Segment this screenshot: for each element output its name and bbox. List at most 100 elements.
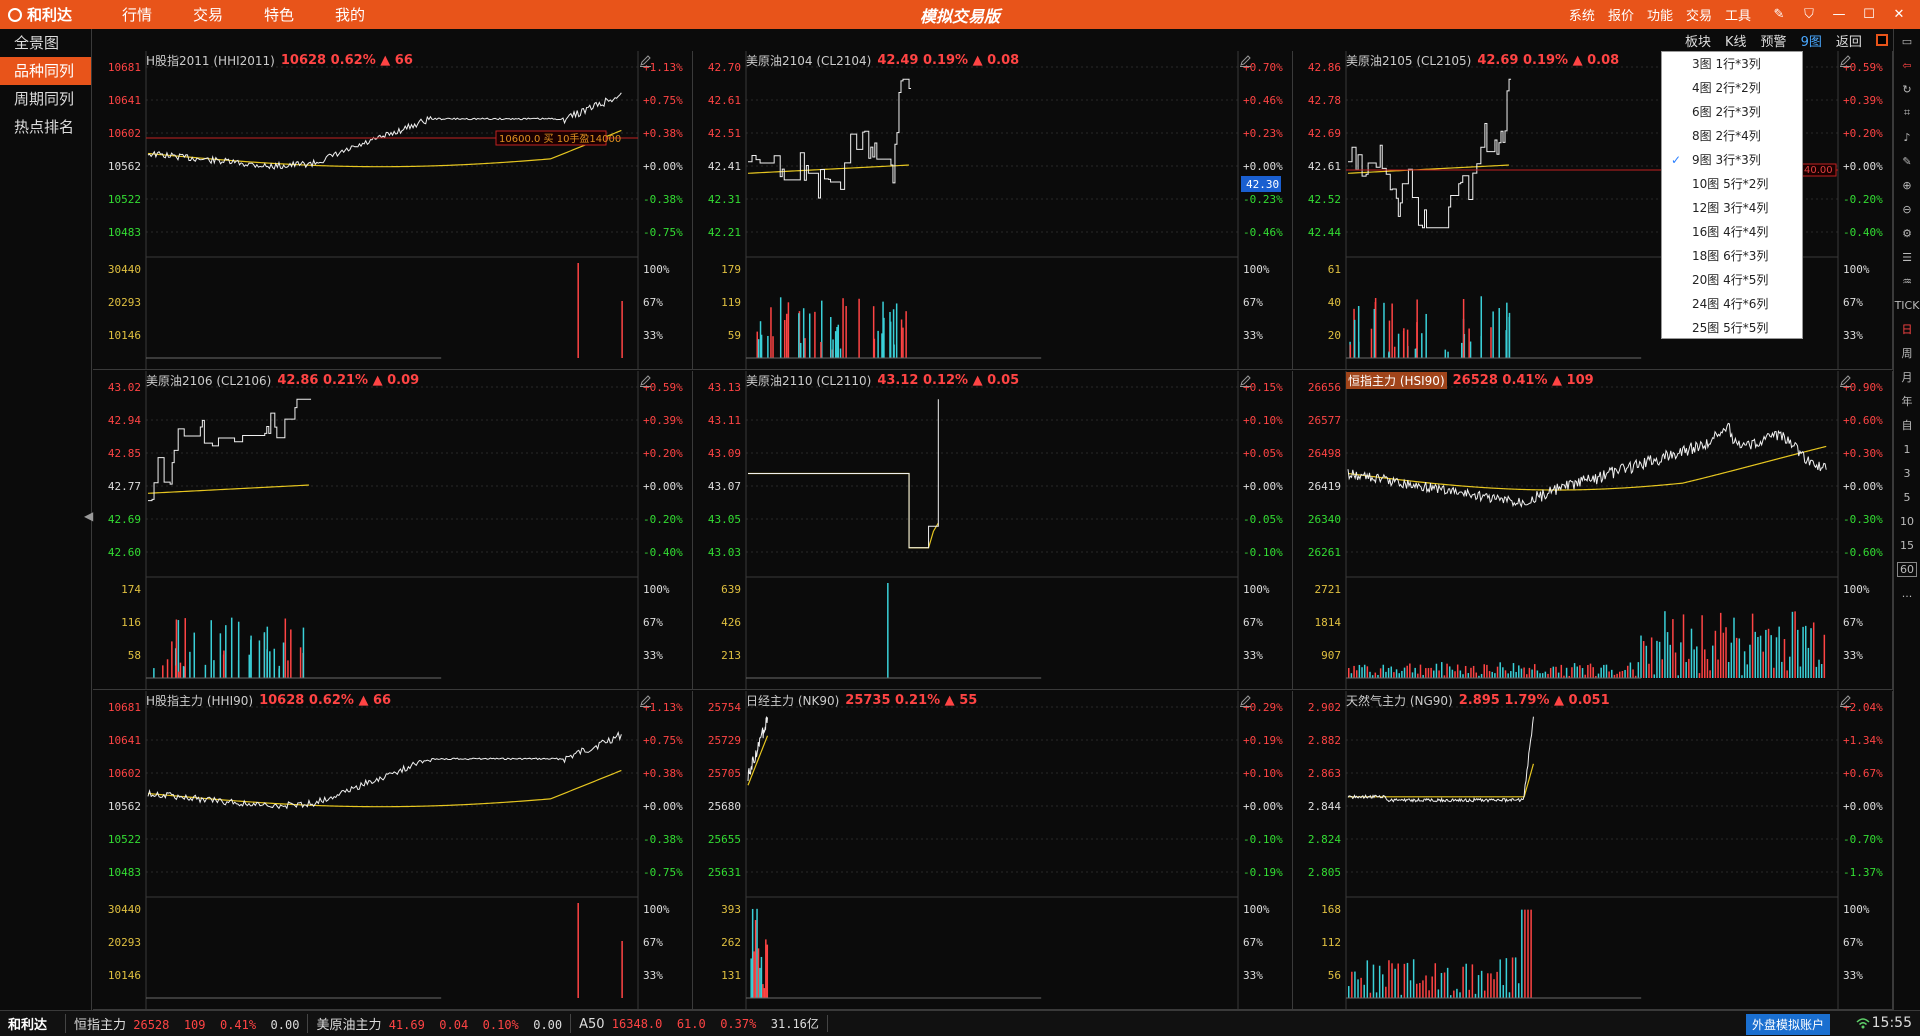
layout-option[interactable]: 3图 1行*3列 xyxy=(1662,52,1802,76)
chart-cell[interactable]: 2.902 +2.04% 2.882 +1.34% 2.863 +0.67% 2.844 +0… xyxy=(1293,691,1893,1010)
title-bar: 和利达 行情 交易 特色 我的 模拟交易版 系统 报价 功能 交易 工具 ✎ ⛉… xyxy=(0,0,1920,29)
period-5min[interactable]: 5 xyxy=(1894,485,1920,509)
edit-icon[interactable] xyxy=(1839,54,1852,67)
link-trade[interactable]: 交易 xyxy=(1686,5,1712,24)
period-tick[interactable]: TICK xyxy=(1894,293,1920,317)
chart-cell[interactable]: 43.02 +0.59% 42.94 +0.39% 42.85 +0.20% 42.77 +0… xyxy=(93,371,693,690)
period-10min[interactable]: 10 xyxy=(1894,509,1920,533)
chart-cell[interactable]: 10681 +1.13% 10641 +0.75% 10602 +0.38% 10562 +0… xyxy=(93,51,693,370)
percent-tick-label: +0.05% xyxy=(1243,447,1283,460)
layout-option[interactable]: 24图 4行*6列 xyxy=(1662,292,1802,316)
volume-bar xyxy=(1505,958,1508,998)
minimize-icon[interactable]: — xyxy=(1824,7,1854,22)
settings-icon[interactable]: ⚙ xyxy=(1894,221,1920,245)
chart-icon[interactable]: ♒ xyxy=(1894,269,1920,293)
nav-panorama[interactable]: 全景图 xyxy=(0,29,91,57)
period-week[interactable]: 周 xyxy=(1894,341,1920,365)
instrument-name[interactable]: H股指2011 (HHI2011) xyxy=(146,52,275,69)
note-icon[interactable]: ✎ xyxy=(1764,7,1794,22)
chart-cell[interactable]: 43.13 +0.15% 43.11 +0.10% 43.09 +0.05% 43.07 +0… xyxy=(693,371,1293,690)
tab-alert[interactable]: 预警 xyxy=(1761,31,1787,50)
tab-back[interactable]: 返回 xyxy=(1836,31,1862,50)
layout-option[interactable]: 10图 5行*2列 xyxy=(1662,172,1802,196)
link-tools[interactable]: 工具 xyxy=(1725,5,1751,24)
crop-icon[interactable]: ⌗ xyxy=(1894,101,1920,125)
edit-icon[interactable] xyxy=(639,54,652,67)
menu-features[interactable]: 特色 xyxy=(242,4,294,25)
list-icon[interactable]: ☰ xyxy=(1894,245,1920,269)
volume-bar xyxy=(1533,664,1536,678)
chart-cell[interactable]: 42.70 +0.70% 42.61 +0.46% 42.51 +0.23% 42.41 +0… xyxy=(693,51,1293,370)
volume-bar xyxy=(893,344,895,358)
zoom-in-icon[interactable]: ⊕ xyxy=(1894,173,1920,197)
tab-sector[interactable]: 板块 xyxy=(1685,31,1711,50)
layout-option[interactable]: 12图 3行*4列 xyxy=(1662,196,1802,220)
link-quote[interactable]: 报价 xyxy=(1608,5,1634,24)
intraday-chart: 25754 +0.29%25729 +0.19%25705 +0.10%25680 +0… xyxy=(708,691,1283,1010)
edit-icon[interactable] xyxy=(639,694,652,707)
layout-option[interactable]: 4图 2行*2列 xyxy=(1662,76,1802,100)
link-system[interactable]: 系统 xyxy=(1569,5,1595,24)
ticker-crude[interactable]: 美原油主力 41.69 0.04 0.10% 0.00 xyxy=(308,1014,572,1033)
instrument-name[interactable]: 日经主力 (NK90) xyxy=(746,692,839,709)
layout-option[interactable]: 25图 5行*5列 xyxy=(1662,316,1802,340)
maximize-icon[interactable]: ☐ xyxy=(1854,7,1884,22)
edit-icon[interactable] xyxy=(1239,694,1252,707)
volume-bar xyxy=(1370,328,1373,358)
menu-trade[interactable]: 交易 xyxy=(171,4,223,25)
instrument-name[interactable]: 美原油2106 (CL2106) xyxy=(146,372,271,389)
instrument-name[interactable]: 美原油2110 (CL2110) xyxy=(746,372,871,389)
period-year[interactable]: 年 xyxy=(1894,389,1920,413)
tab-9-charts[interactable]: 9图 xyxy=(1801,31,1822,50)
refresh-icon[interactable]: ↻ xyxy=(1894,77,1920,101)
period-1min[interactable]: 1 xyxy=(1894,437,1920,461)
edit-icon[interactable] xyxy=(1839,374,1852,387)
shirt-icon[interactable]: ⛉ xyxy=(1794,7,1824,22)
instrument-name[interactable]: 恒指主力 (HSI90) xyxy=(1346,371,1447,389)
more-icon[interactable]: ... xyxy=(1894,581,1920,605)
link-function[interactable]: 功能 xyxy=(1647,5,1673,24)
period-3min[interactable]: 3 xyxy=(1894,461,1920,485)
ticker-a50[interactable]: A50 16348.0 61.0 0.37% 31.16亿 xyxy=(571,1015,828,1032)
layout-option[interactable]: ✓ 9图 3行*3列 xyxy=(1662,148,1802,172)
nav-hot-ranking[interactable]: 热点排名 xyxy=(0,113,91,141)
edit-icon[interactable] xyxy=(1239,374,1252,387)
period-60min[interactable]: 60 xyxy=(1894,557,1920,581)
layout-option[interactable]: 6图 2行*3列 xyxy=(1662,100,1802,124)
chart-cell[interactable]: 25754 +0.29% 25729 +0.19% 25705 +0.10% 25680 +0… xyxy=(693,691,1293,1010)
period-15min[interactable]: 15 xyxy=(1894,533,1920,557)
instrument-name[interactable]: 美原油2105 (CL2105) xyxy=(1346,52,1471,69)
edit-icon[interactable] xyxy=(639,374,652,387)
collapse-arrow-icon[interactable]: ◀ xyxy=(84,509,93,523)
close-icon[interactable]: ✕ xyxy=(1884,7,1914,22)
back-arrow-icon[interactable]: ⇦ xyxy=(1894,53,1920,77)
period-day[interactable]: 日 xyxy=(1894,317,1920,341)
edit-icon[interactable] xyxy=(1239,54,1252,67)
instrument-name[interactable]: 美原油2104 (CL2104) xyxy=(746,52,871,69)
ticker-hsi[interactable]: 恒指主力 26528 109 0.41% 0.00 xyxy=(66,1014,309,1033)
menu-mine[interactable]: 我的 xyxy=(313,4,365,25)
pen-icon[interactable]: ✎ xyxy=(1894,149,1920,173)
volume-bar xyxy=(1361,667,1363,678)
tab-kline[interactable]: K线 xyxy=(1725,31,1747,50)
menu-quotes[interactable]: 行情 xyxy=(100,4,152,25)
period-month[interactable]: 月 xyxy=(1894,365,1920,389)
layout-option[interactable]: 18图 6行*3列 xyxy=(1662,244,1802,268)
instrument-name[interactable]: 天然气主力 (NG90) xyxy=(1346,692,1453,709)
chart-cell[interactable]: 10681 +1.13% 10641 +0.75% 10602 +0.38% 10562 +0… xyxy=(93,691,693,1010)
stop-icon[interactable] xyxy=(1875,34,1888,46)
nav-same-variety[interactable]: 品种同列 xyxy=(0,57,91,85)
layout-option[interactable]: 20图 4行*5列 xyxy=(1662,268,1802,292)
window-icon[interactable]: ▭ xyxy=(1894,29,1920,53)
bell-icon[interactable]: ♪ xyxy=(1894,125,1920,149)
layout-option[interactable]: 16图 4行*4列 xyxy=(1662,220,1802,244)
instrument-name[interactable]: H股指主力 (HHI90) xyxy=(146,692,253,709)
layout-option[interactable]: 8图 2行*4列 xyxy=(1662,124,1802,148)
chart-cell[interactable]: 26656 +0.90% 26577 +0.60% 26498 +0.30% 26419 +0… xyxy=(1293,371,1893,690)
period-custom[interactable]: 自 xyxy=(1894,413,1920,437)
chart-cell[interactable]: 42.86 +0.59% 42.78 +0.39% 42.69 +0.20% 42.61 +0… xyxy=(1293,51,1893,370)
edit-icon[interactable] xyxy=(1839,694,1852,707)
sim-account-button[interactable]: 外盘模拟账户 xyxy=(1745,1014,1830,1035)
nav-same-period[interactable]: 周期同列 xyxy=(0,85,91,113)
zoom-out-icon[interactable]: ⊖ xyxy=(1894,197,1920,221)
